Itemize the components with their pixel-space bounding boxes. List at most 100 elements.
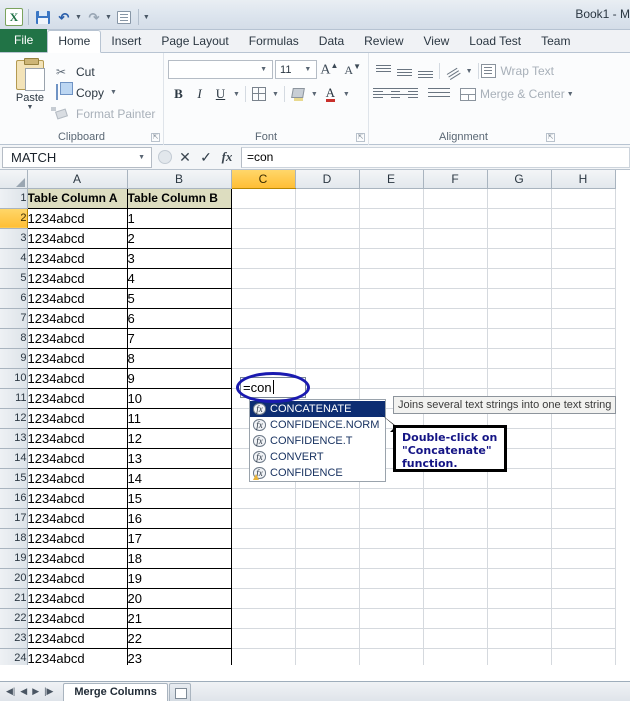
name-box[interactable]: MATCH ▼: [2, 147, 152, 168]
cell-a24[interactable]: 1234abcd: [27, 648, 127, 665]
column-header-a[interactable]: A: [27, 170, 127, 188]
cell-h6[interactable]: [551, 288, 615, 308]
last-sheet-icon[interactable]: |▶: [44, 686, 53, 697]
cell-b11[interactable]: 10: [127, 388, 231, 408]
cell-b3[interactable]: 2: [127, 228, 231, 248]
customize-qat-icon[interactable]: ▼: [143, 14, 150, 21]
cell-b2[interactable]: 1: [127, 208, 231, 228]
fill-color-dropdown-icon[interactable]: ▼: [309, 91, 320, 98]
column-header-e[interactable]: E: [359, 170, 423, 188]
cell-b5[interactable]: 4: [127, 268, 231, 288]
cell-h15[interactable]: [551, 468, 615, 488]
cell-a5[interactable]: 1234abcd: [27, 268, 127, 288]
cell-b10[interactable]: 9: [127, 368, 231, 388]
cell-b22[interactable]: 21: [127, 608, 231, 628]
cell-g4[interactable]: [487, 248, 551, 268]
cell-e6[interactable]: [359, 288, 423, 308]
cell-d7[interactable]: [295, 308, 359, 328]
cell-f6[interactable]: [423, 288, 487, 308]
underline-button[interactable]: U: [210, 84, 231, 104]
cell-c23[interactable]: [231, 628, 295, 648]
cell-g6[interactable]: [487, 288, 551, 308]
cell-b7[interactable]: 6: [127, 308, 231, 328]
cell-a4[interactable]: 1234abcd: [27, 248, 127, 268]
cell-c16[interactable]: [231, 488, 295, 508]
copy-button[interactable]: Copy ▼: [56, 82, 155, 103]
cell-a8[interactable]: 1234abcd: [27, 328, 127, 348]
cell-f3[interactable]: [423, 228, 487, 248]
cell-f8[interactable]: [423, 328, 487, 348]
cell-a13[interactable]: 1234abcd: [27, 428, 127, 448]
cell-e20[interactable]: [359, 568, 423, 588]
undo-icon[interactable]: ↶: [55, 8, 73, 26]
cell-h21[interactable]: [551, 588, 615, 608]
cell-e3[interactable]: [359, 228, 423, 248]
tab-team[interactable]: Team: [531, 30, 580, 52]
cell-h13[interactable]: [551, 428, 615, 448]
cell-a16[interactable]: 1234abcd: [27, 488, 127, 508]
cell-c19[interactable]: [231, 548, 295, 568]
save-icon[interactable]: [34, 8, 52, 26]
cell-b24[interactable]: 23: [127, 648, 231, 665]
row-header-19[interactable]: 19: [0, 548, 27, 568]
autocomplete-item-confidence[interactable]: fxCONFIDENCE: [250, 465, 385, 481]
font-size-dropdown-icon[interactable]: ▼: [302, 66, 313, 73]
autocomplete-item-concatenate[interactable]: fxCONCATENATE: [250, 401, 385, 417]
cell-h24[interactable]: [551, 648, 615, 665]
cell-e7[interactable]: [359, 308, 423, 328]
cell-f2[interactable]: [423, 208, 487, 228]
orientation-dropdown-icon[interactable]: ▼: [464, 68, 475, 75]
cell-f9[interactable]: [423, 348, 487, 368]
row-header-7[interactable]: 7: [0, 308, 27, 328]
insert-function-icon[interactable]: fx: [219, 149, 235, 165]
orientation-button[interactable]: [443, 61, 464, 81]
cell-e1[interactable]: [359, 188, 423, 208]
cell-a1[interactable]: Table Column A: [27, 188, 127, 208]
cell-d6[interactable]: [295, 288, 359, 308]
cell-g16[interactable]: [487, 488, 551, 508]
row-header-10[interactable]: 10: [0, 368, 27, 388]
cell-d22[interactable]: [295, 608, 359, 628]
cell-g1[interactable]: [487, 188, 551, 208]
cell-b17[interactable]: 16: [127, 508, 231, 528]
cell-d17[interactable]: [295, 508, 359, 528]
row-header-22[interactable]: 22: [0, 608, 27, 628]
cell-g3[interactable]: [487, 228, 551, 248]
tab-formulas[interactable]: Formulas: [239, 30, 309, 52]
cell-h7[interactable]: [551, 308, 615, 328]
cell-a3[interactable]: 1234abcd: [27, 228, 127, 248]
name-box-dropdown-icon[interactable]: ▼: [136, 154, 147, 161]
cell-e9[interactable]: [359, 348, 423, 368]
cell-h23[interactable]: [551, 628, 615, 648]
cell-d16[interactable]: [295, 488, 359, 508]
row-header-12[interactable]: 12: [0, 408, 27, 428]
excel-logo-icon[interactable]: X: [5, 8, 23, 26]
clipboard-dialog-launcher[interactable]: ⇱: [151, 133, 160, 142]
cell-c5[interactable]: [231, 268, 295, 288]
cell-b4[interactable]: 3: [127, 248, 231, 268]
alignment-dialog-launcher[interactable]: ⇱: [546, 133, 555, 142]
cell-h17[interactable]: [551, 508, 615, 528]
cell-f21[interactable]: [423, 588, 487, 608]
cell-f16[interactable]: [423, 488, 487, 508]
cell-a12[interactable]: 1234abcd: [27, 408, 127, 428]
cell-b14[interactable]: 13: [127, 448, 231, 468]
row-header-18[interactable]: 18: [0, 528, 27, 548]
cell-c3[interactable]: [231, 228, 295, 248]
cell-g2[interactable]: [487, 208, 551, 228]
cell-a10[interactable]: 1234abcd: [27, 368, 127, 388]
cell-g24[interactable]: [487, 648, 551, 665]
cell-b8[interactable]: 7: [127, 328, 231, 348]
font-dialog-launcher[interactable]: ⇱: [356, 133, 365, 142]
row-header-17[interactable]: 17: [0, 508, 27, 528]
cell-b13[interactable]: 12: [127, 428, 231, 448]
fill-color-button[interactable]: [288, 84, 309, 104]
cell-h1[interactable]: [551, 188, 615, 208]
cell-d21[interactable]: [295, 588, 359, 608]
cell-f20[interactable]: [423, 568, 487, 588]
tab-data[interactable]: Data: [309, 30, 354, 52]
cell-h9[interactable]: [551, 348, 615, 368]
tab-page-layout[interactable]: Page Layout: [151, 30, 238, 52]
cell-f7[interactable]: [423, 308, 487, 328]
row-header-1[interactable]: 1: [0, 188, 27, 208]
